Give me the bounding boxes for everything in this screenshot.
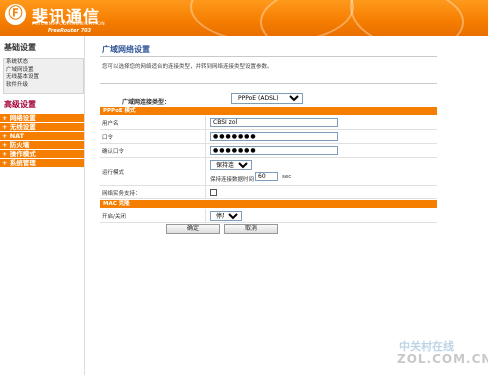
main-content: 广域网络设置 您可以选择您的网络适合的连接类型，并转到网络连接类型设置参数。 广… xyxy=(90,36,488,375)
confirm-password-label: 确认口令 xyxy=(102,149,125,155)
basic-settings-title: 基础设置 xyxy=(4,43,36,52)
mac-clone-section-header: MAC 克隆 xyxy=(100,200,437,208)
cancel-button[interactable]: 取消 xyxy=(224,224,278,234)
header-banner: Ⓕ 斐讯通信 PHICOMM COMMUNICATION FreeRouter … xyxy=(0,0,488,36)
password-row: 口令 xyxy=(100,130,437,144)
idle-time-label: 保持连接数据时间 xyxy=(210,177,255,183)
idle-time-unit: sec xyxy=(282,174,292,180)
advanced-settings-title: 高级设置 xyxy=(4,100,36,109)
basic-settings-menu: 系统状态 广域网设置 无线基本设置 软件升级 xyxy=(3,58,84,94)
password-label: 口令 xyxy=(102,135,114,141)
brand-name-en: PHICOMM COMMUNICATION xyxy=(32,22,106,27)
passthrough-checkbox[interactable] xyxy=(210,189,217,196)
advanced-settings-menu: + 网络设置 + 无线设置 + NAT + 防火墙 + 操作模式 + 系统管理 xyxy=(0,114,84,168)
connection-type-select[interactable]: PPPoE (ADSL) xyxy=(231,93,303,104)
idle-time-input[interactable] xyxy=(255,172,278,181)
divider xyxy=(100,56,437,57)
page-title: 广域网络设置 xyxy=(102,45,150,54)
sidebar-item-firewall[interactable]: + 防火墙 xyxy=(0,141,84,149)
sidebar-item-wireless-basic[interactable]: 无线基本设置 xyxy=(4,74,83,82)
header-decoration xyxy=(150,0,488,36)
run-mode-select[interactable]: 保持连接 xyxy=(210,160,252,170)
confirm-password-input[interactable] xyxy=(210,146,338,155)
mac-clone-select[interactable]: 停用 xyxy=(210,211,242,221)
pppoe-section-header: PPPoE 模式 xyxy=(100,107,437,115)
mac-clone-label: 开启/关闭 xyxy=(102,214,126,220)
sidebar: 基础设置 系统状态 广域网设置 无线基本设置 软件升级 高级设置 + 网络设置 … xyxy=(0,36,85,375)
passthrough-row: 网络实务支持： xyxy=(100,186,437,199)
username-row: 用户名 xyxy=(100,116,437,130)
sidebar-item-operation-mode[interactable]: + 操作模式 xyxy=(0,150,84,158)
username-label: 用户名 xyxy=(102,121,119,127)
confirm-password-row: 确认口令 xyxy=(100,144,437,158)
router-model: FreeRouter 703 xyxy=(48,28,92,34)
ok-button[interactable]: 确定 xyxy=(166,224,220,234)
page-description: 您可以选择您的网络适合的连接类型，并转到网络连接类型设置参数。 xyxy=(102,64,273,70)
sidebar-item-network[interactable]: + 网络设置 xyxy=(0,114,84,122)
sidebar-item-wan-settings[interactable]: 广域网设置 xyxy=(4,67,83,75)
divider xyxy=(100,83,437,84)
sidebar-item-system-status[interactable]: 系统状态 xyxy=(4,59,83,67)
run-mode-label: 运行模式 xyxy=(102,170,125,176)
password-input[interactable] xyxy=(210,132,338,141)
sidebar-item-wireless[interactable]: + 无线设置 xyxy=(0,123,84,131)
sidebar-item-system-admin[interactable]: + 系统管理 xyxy=(0,159,84,167)
passthrough-label: 网络实务支持： xyxy=(102,191,141,197)
sidebar-item-nat[interactable]: + NAT xyxy=(0,132,84,140)
sidebar-item-firmware-upgrade[interactable]: 软件升级 xyxy=(4,82,83,90)
watermark: 中关村在线 ZOL.COM.CN xyxy=(393,336,488,368)
watermark-en: ZOL.COM.CN xyxy=(397,352,488,366)
brand-logo-icon: Ⓕ xyxy=(5,4,26,25)
run-mode-row: 运行模式 保持连接 保持连接数据时间 sec xyxy=(100,158,437,186)
connection-type-label: 广域网连接类型： xyxy=(122,99,171,106)
mac-clone-row: 开启/关闭 停用 xyxy=(100,209,437,223)
username-input[interactable] xyxy=(210,118,338,127)
